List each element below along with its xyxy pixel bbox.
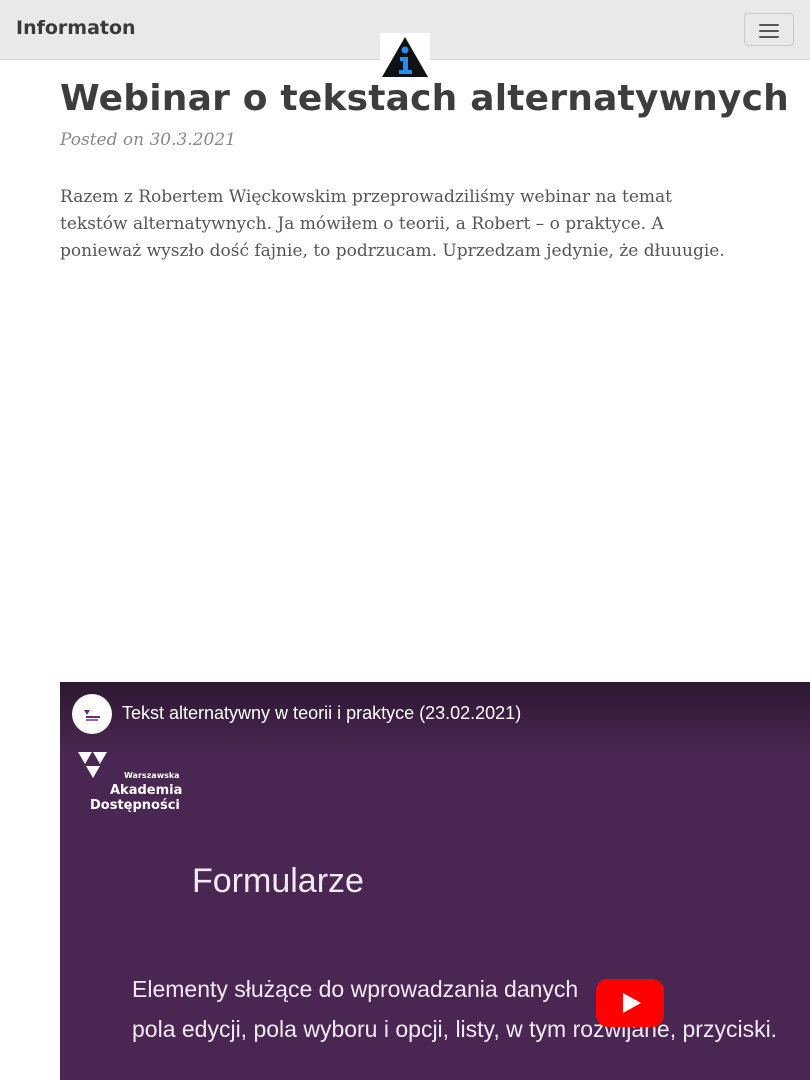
akademia-logo-line1: Akademia xyxy=(110,783,183,798)
page-title: Webinar o tekstach alternatywnych xyxy=(60,78,789,119)
akademia-logo-line2: Dostępności xyxy=(90,798,180,813)
hamburger-menu-icon xyxy=(759,24,779,26)
video-title[interactable]: Tekst alternatywny w teorii i praktyce (… xyxy=(122,703,521,724)
site-brand[interactable]: Informaton xyxy=(16,17,136,39)
slide-heading: Formularze xyxy=(192,862,364,900)
slide-line-1: Elementy służące do wprowadzania danych xyxy=(132,976,579,1002)
information-triangle-logo-icon[interactable] xyxy=(380,33,430,79)
embedded-video-player[interactable]: Tekst alternatywny w teorii i praktyce (… xyxy=(60,682,810,1080)
channel-avatar[interactable] xyxy=(72,694,112,734)
menu-toggle-button[interactable] xyxy=(744,13,794,46)
youtube-play-icon[interactable] xyxy=(596,979,664,1027)
slide-line-2: pola edycji, pola wyboru i opcji, listy,… xyxy=(132,1016,778,1042)
hamburger-bar xyxy=(759,36,779,38)
post-date: Posted on 30.3.2021 xyxy=(60,130,236,150)
akademia-logo-text: Warszawska Akademia Dostępności xyxy=(88,768,182,813)
akademia-logo-small: Warszawska xyxy=(124,771,180,780)
hamburger-bar xyxy=(759,30,779,32)
post-intro-paragraph: Razem z Robertem Więckowskim przeprowadz… xyxy=(60,187,725,261)
